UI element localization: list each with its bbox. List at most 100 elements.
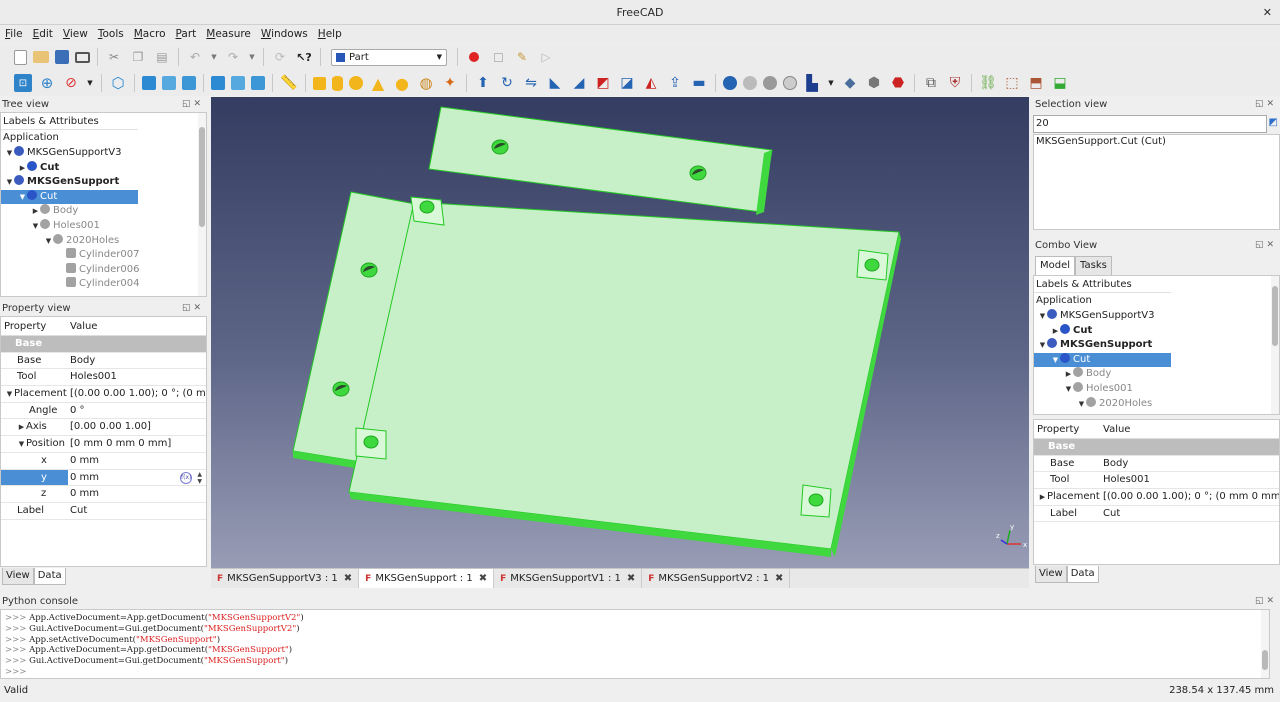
property-row[interactable]: ▶ Axis [0.00 0.00 1.00] (1, 419, 206, 437)
menu-view[interactable]: View (58, 25, 93, 43)
tab-data[interactable]: Data (1066, 566, 1099, 583)
panel-float-close-icons[interactable]: ◱✕ (182, 97, 204, 112)
selection-search-input[interactable]: 20 (1033, 115, 1267, 133)
menu-measure[interactable]: Measure (201, 25, 256, 43)
property-row[interactable]: z 0 mm (1, 486, 206, 503)
expand-arrow-icon[interactable]: ▼ (44, 234, 53, 249)
copy-icon[interactable]: ❐ (129, 48, 147, 66)
tree-item[interactable]: ▼ 2020Holes (1, 233, 206, 249)
tree-item[interactable]: ▼ Cut (1, 189, 206, 205)
panel-float-close-icons[interactable]: ◱✕ (1255, 238, 1277, 253)
macro-stop-icon[interactable] (489, 48, 507, 66)
property-value[interactable]: Holes001 (1101, 472, 1279, 488)
property-value[interactable]: Holes001 (68, 369, 206, 385)
view-isometric-icon[interactable]: ⬡ (109, 74, 127, 92)
part-torus-icon[interactable]: ● (393, 74, 411, 93)
property-row[interactable]: ▼Placement[(0.00 0.00 1.00); 0 °; (0 mm.… (1, 386, 206, 403)
property-value[interactable]: [(0.00 0.00 1.00); 0 °; (0 mm... (68, 386, 206, 402)
macro-record-icon[interactable] (465, 48, 483, 66)
part-ruled-surface-icon[interactable]: ◪ (618, 74, 636, 92)
property-row[interactable]: ▼ Position [0 mm 0 mm 0 mm] (1, 436, 206, 453)
view-right-icon[interactable] (182, 76, 196, 90)
tree-item[interactable]: ▼ MKSGenSupport (1, 175, 206, 190)
tab-data[interactable]: Data (33, 568, 66, 585)
document-tab[interactable]: F MKSGenSupport : 1 ✖ (359, 569, 495, 588)
property-value[interactable]: Body (68, 353, 206, 369)
combo-item[interactable]: ▼ MKSGenSupportV3 (1034, 309, 1279, 324)
property-row[interactable]: Tool Holes001 (1034, 472, 1279, 490)
property-value[interactable]: 0 mm (68, 453, 206, 469)
property-row[interactable]: Base Body (1, 353, 206, 370)
part-sweep-icon[interactable]: ⇪ (666, 74, 684, 92)
view-front-icon[interactable] (142, 76, 156, 90)
measure-distance-icon[interactable]: 📏 (280, 74, 298, 92)
close-tab-icon[interactable]: ✖ (775, 573, 783, 584)
expand-arrow-icon[interactable]: ▼ (31, 219, 40, 234)
tree-item[interactable]: Cylinder004 (1, 277, 206, 292)
part-loft-icon[interactable]: ◭ (642, 74, 660, 92)
part-defeaturing-icon[interactable]: ⛨ (946, 74, 964, 92)
property-value[interactable]: [(0.00 0.00 1.00); 0 °; (0 mm 0 mm ... (1101, 489, 1279, 505)
close-tab-icon[interactable]: ✖ (344, 573, 352, 584)
new-document-icon[interactable] (14, 49, 27, 65)
position-y-input[interactable]: 0 mm (70, 472, 99, 483)
part-revolve-icon[interactable]: ↻ (498, 74, 516, 92)
menu-edit[interactable]: Edit (28, 25, 58, 43)
tab-tasks[interactable]: Tasks (1075, 256, 1112, 275)
close-tab-icon[interactable]: ✖ (627, 573, 635, 584)
property-group-row[interactable]: Base (1034, 439, 1279, 456)
menu-tools[interactable]: Tools (93, 25, 129, 43)
part-join-dropdown-icon[interactable]: ▼ (827, 74, 835, 92)
part-primitives-icon[interactable]: ✦ (441, 74, 459, 92)
expand-arrow-icon[interactable]: ▼ (1038, 309, 1047, 324)
part-offset-icon[interactable]: ⬚ (1003, 74, 1021, 92)
tab-view[interactable]: View (2, 568, 34, 585)
part-cone-icon[interactable]: ▲ (369, 74, 387, 93)
draw-style-dropdown-icon[interactable]: ▼ (86, 74, 94, 92)
panel-float-close-icons[interactable]: ◱✕ (1255, 594, 1277, 609)
menu-macro[interactable]: Macro (129, 25, 171, 43)
property-row[interactable]: Base Body (1034, 456, 1279, 473)
part-split-icon[interactable]: ◆ (841, 74, 859, 92)
redo-icon[interactable]: ↷ (224, 48, 242, 66)
paste-icon[interactable]: ▤ (153, 48, 171, 66)
print-icon[interactable] (75, 51, 90, 63)
menu-windows[interactable]: Windows (256, 25, 313, 43)
close-tab-icon[interactable]: ✖ (479, 573, 487, 584)
expand-arrow-icon[interactable]: ▼ (17, 436, 26, 452)
menu-file[interactable]: File (0, 25, 28, 43)
property-value[interactable]: Cut (1101, 506, 1279, 522)
part-compound-icon[interactable]: ⬢ (865, 74, 883, 92)
property-row[interactable]: Label Cut (1034, 506, 1279, 523)
selection-list-item[interactable]: MKSGenSupport.Cut (Cut) (1036, 136, 1277, 147)
part-common-icon[interactable] (783, 76, 797, 90)
3d-viewport[interactable]: x y z (211, 97, 1029, 568)
model-svg[interactable]: x y z (211, 97, 1029, 568)
document-tab[interactable]: F MKSGenSupportV3 : 1 ✖ (211, 569, 360, 588)
collapse-arrow-icon[interactable]: ▶ (18, 161, 27, 176)
tab-view[interactable]: View (1035, 566, 1067, 583)
window-close-button[interactable]: ✕ (1263, 0, 1272, 25)
collapse-arrow-icon[interactable]: ▶ (1038, 489, 1047, 505)
part-check-geometry-icon[interactable]: ⬣ (889, 74, 907, 92)
python-console-output[interactable]: >>> App.ActiveDocument=App.getDocument("… (0, 609, 1270, 679)
part-tube-icon[interactable]: ◍ (417, 74, 435, 92)
part-projection-icon[interactable]: ⬓ (1051, 74, 1069, 92)
combo-item[interactable]: ▼ MKSGenSupport (1034, 338, 1279, 353)
expand-arrow-icon[interactable]: ▼ (1064, 382, 1073, 397)
property-row[interactable]: Label Cut (1, 503, 206, 520)
property-row[interactable]: ▶ Placement [(0.00 0.00 1.00); 0 °; (0 mm … (1034, 489, 1279, 506)
expand-arrow-icon[interactable]: ▼ (5, 175, 14, 190)
redo-dropdown-icon[interactable]: ▼ (248, 48, 256, 66)
collapse-arrow-icon[interactable]: ▶ (1064, 367, 1073, 382)
selection-pick-icon[interactable]: ◩ (1269, 117, 1278, 128)
save-document-icon[interactable] (55, 50, 69, 64)
part-attachment-icon[interactable]: ⛓ (979, 74, 997, 92)
menu-part[interactable]: Part (171, 25, 202, 43)
expand-arrow-icon[interactable]: ▼ (5, 146, 14, 161)
undo-icon[interactable]: ↶ (186, 48, 204, 66)
property-row[interactable]: x 0 mm (1, 453, 206, 470)
combo-tree-scrollbar[interactable] (1271, 276, 1279, 414)
combo-item[interactable]: ▶ Body (1034, 367, 1279, 382)
tree-item[interactable]: ▼ MKSGenSupportV3 (1, 146, 206, 161)
